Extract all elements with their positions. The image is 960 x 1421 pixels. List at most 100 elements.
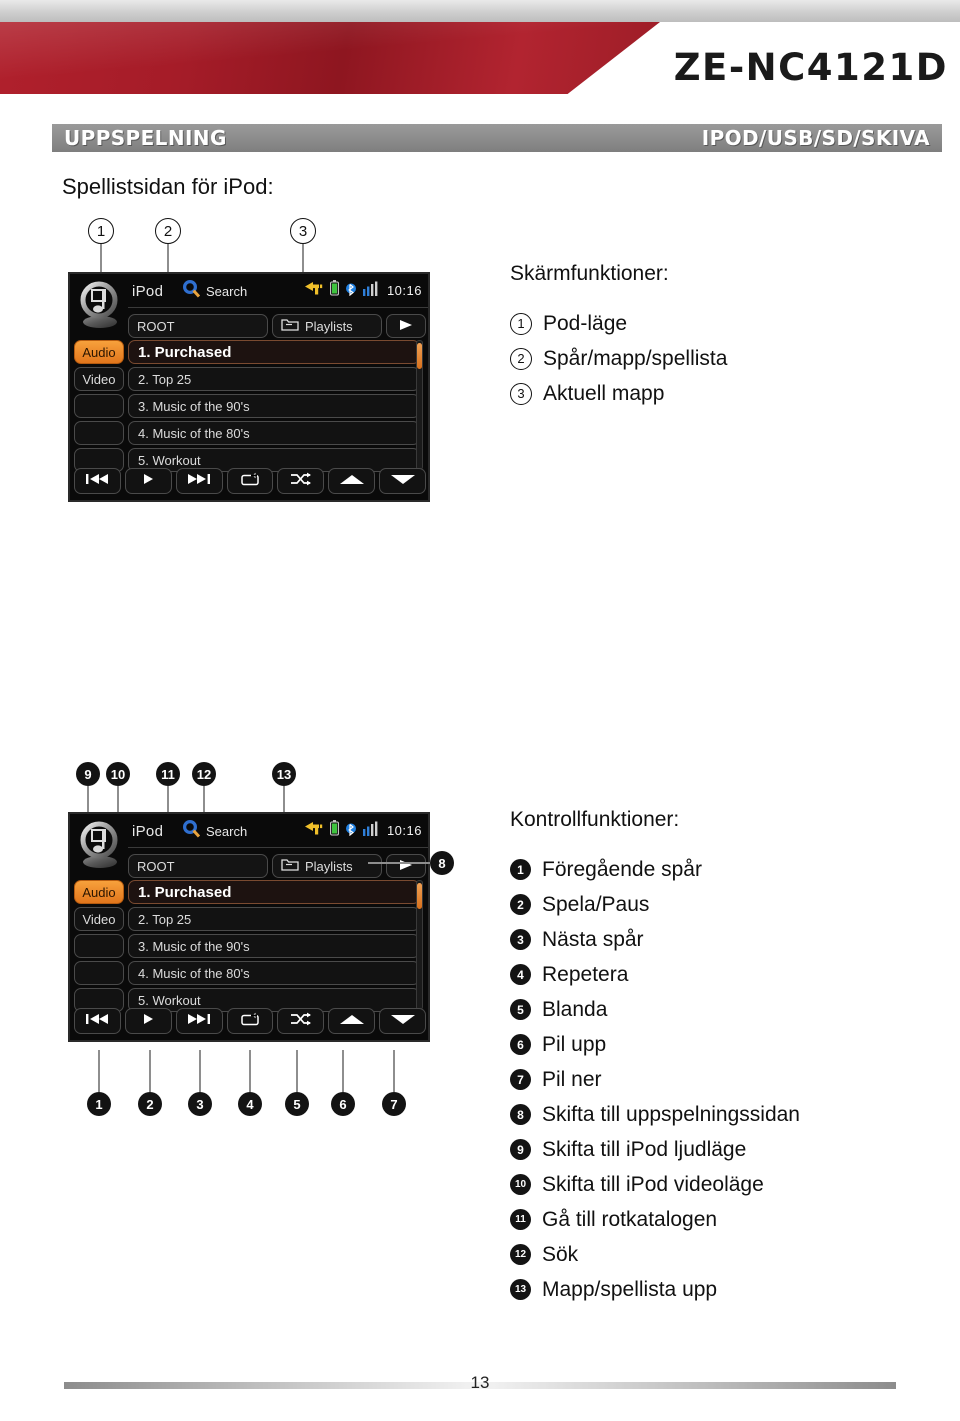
previous-track-icon	[84, 1012, 110, 1030]
list-item[interactable]: 1. Purchased	[128, 880, 420, 904]
screen-functions-title: Skärmfunktioner:	[510, 262, 669, 285]
callout-c4: 4	[238, 1092, 262, 1116]
control-function-label-5: Blanda	[542, 997, 608, 1021]
previous-track-icon	[84, 472, 110, 490]
play-pause-button[interactable]	[124, 468, 172, 494]
control-function-label-4: Repetera	[542, 962, 629, 986]
device-status-icons: 10:16	[304, 820, 422, 841]
arrow-down-button[interactable]	[379, 468, 427, 494]
device-status-icons: 10:16	[304, 280, 422, 301]
repeat-button[interactable]	[226, 1008, 274, 1034]
screen-function-number-2: 2	[510, 347, 532, 370]
callout-c1: 1	[87, 1092, 111, 1116]
repeat-button[interactable]	[226, 468, 274, 494]
device-search-button[interactable]: Search	[182, 819, 247, 844]
folder-button-label: Playlists	[305, 318, 353, 334]
control-function-number-6: 6	[510, 1034, 531, 1055]
folder-button-label: Playlists	[305, 858, 353, 874]
arrow-up-button[interactable]	[328, 468, 376, 494]
next-track-button[interactable]	[175, 468, 223, 494]
callout-12: 12	[192, 762, 216, 786]
goto-playback-button[interactable]	[386, 314, 426, 338]
control-function-row-12: 12 Sök	[510, 1237, 940, 1272]
previous-track-button[interactable]	[74, 468, 121, 494]
sidebar-item-empty-2[interactable]	[74, 421, 124, 445]
control-function-label-1: Föregående spår	[542, 857, 702, 881]
callout-1: 1	[88, 218, 114, 244]
arrow-down-icon	[390, 472, 416, 490]
device-mode-label: iPod	[132, 283, 164, 300]
sidebar-item-video[interactable]: Video	[74, 367, 124, 391]
list-scrollbar[interactable]	[416, 340, 423, 470]
battery-icon	[330, 280, 339, 301]
play-triangle-icon	[397, 859, 415, 874]
list-item[interactable]: 2. Top 25	[128, 367, 420, 391]
control-function-label-12: Sök	[542, 1242, 579, 1266]
ipod-logo-icon	[76, 278, 124, 330]
control-function-label-7: Pil ner	[542, 1067, 602, 1091]
callout-9: 9	[76, 762, 100, 786]
list-item[interactable]: 4. Music of the 80's	[128, 421, 420, 445]
shuffle-button[interactable]	[277, 468, 325, 494]
shuffle-button[interactable]	[277, 1008, 325, 1034]
leader-line-c5	[296, 1050, 298, 1092]
device-screen-bottom: iPod Search 10:16 ROOT Playlists Audio V…	[68, 812, 430, 1042]
breadcrumb-label: ROOT	[137, 858, 175, 874]
sidebar-item-empty-2[interactable]	[74, 961, 124, 985]
breadcrumb-root-button[interactable]: ROOT	[128, 854, 268, 878]
previous-track-button[interactable]	[74, 1008, 121, 1034]
device-screen-top: iPod Search 10:16 ROOT Playlists Audio V…	[68, 272, 430, 502]
callout-c6: 6	[331, 1092, 355, 1116]
status-divider	[128, 307, 428, 308]
leader-line-c2	[149, 1050, 151, 1092]
device-clock: 10:16	[386, 283, 422, 298]
leader-line-c6	[342, 1050, 344, 1092]
goto-playback-button[interactable]	[386, 854, 426, 878]
play-pause-button[interactable]	[124, 1008, 172, 1034]
device-search-button[interactable]: Search	[182, 279, 247, 304]
list-scrollbar[interactable]	[416, 880, 423, 1010]
next-track-button[interactable]	[175, 1008, 223, 1034]
scrollbar-thumb[interactable]	[417, 343, 422, 369]
control-function-row-7: 7 Pil ner	[510, 1062, 940, 1097]
sidebar-item-video[interactable]: Video	[74, 907, 124, 931]
device-control-bar	[74, 468, 427, 494]
sidebar-item-empty-1[interactable]	[74, 394, 124, 418]
folder-icon	[281, 858, 299, 874]
leader-line-8	[368, 862, 430, 864]
device-search-label: Search	[206, 284, 248, 299]
control-function-row-13: 13 Mapp/spellista upp	[510, 1272, 940, 1307]
control-function-number-9: 9	[510, 1139, 531, 1160]
screen-function-label-2: Spår/mapp/spellista	[543, 346, 728, 370]
section-title-bar: UPPSPELNING IPOD/USB/SD/SKIVA	[52, 124, 942, 152]
list-item[interactable]: 3. Music of the 90's	[128, 394, 420, 418]
search-icon	[182, 819, 202, 844]
device-playlist-list: 1. Purchased 2. Top 25 3. Music of the 9…	[128, 880, 420, 1015]
callout-2: 2	[155, 218, 181, 244]
control-function-label-3: Nästa spår	[542, 927, 644, 951]
sidebar-item-audio[interactable]: Audio	[74, 880, 124, 904]
arrow-up-button[interactable]	[328, 1008, 376, 1034]
repeat-icon	[240, 472, 260, 491]
sidebar-item-empty-1[interactable]	[74, 934, 124, 958]
page-number: 13	[470, 1373, 490, 1392]
list-item[interactable]: 4. Music of the 80's	[128, 961, 420, 985]
control-function-label-11: Gå till rotkatalogen	[542, 1207, 718, 1231]
list-item[interactable]: 1. Purchased	[128, 340, 420, 364]
device-control-bar	[74, 1008, 427, 1034]
callout-c7: 7	[382, 1092, 406, 1116]
sidebar-item-audio[interactable]: Audio	[74, 340, 124, 364]
screen-function-number-3: 3	[510, 382, 532, 405]
folder-up-button[interactable]: Playlists	[272, 314, 382, 338]
control-function-number-7: 7	[510, 1069, 531, 1090]
breadcrumb-root-button[interactable]: ROOT	[128, 314, 268, 338]
list-item[interactable]: 2. Top 25	[128, 907, 420, 931]
bluetooth-icon	[345, 281, 356, 301]
scrollbar-thumb[interactable]	[417, 883, 422, 909]
list-item[interactable]: 3. Music of the 90's	[128, 934, 420, 958]
folder-up-button[interactable]: Playlists	[272, 854, 382, 878]
arrow-down-button[interactable]	[379, 1008, 427, 1034]
arrow-down-icon	[390, 1012, 416, 1030]
callout-11: 11	[156, 762, 180, 786]
control-function-row-10: 10 Skifta till iPod videoläge	[510, 1167, 940, 1202]
